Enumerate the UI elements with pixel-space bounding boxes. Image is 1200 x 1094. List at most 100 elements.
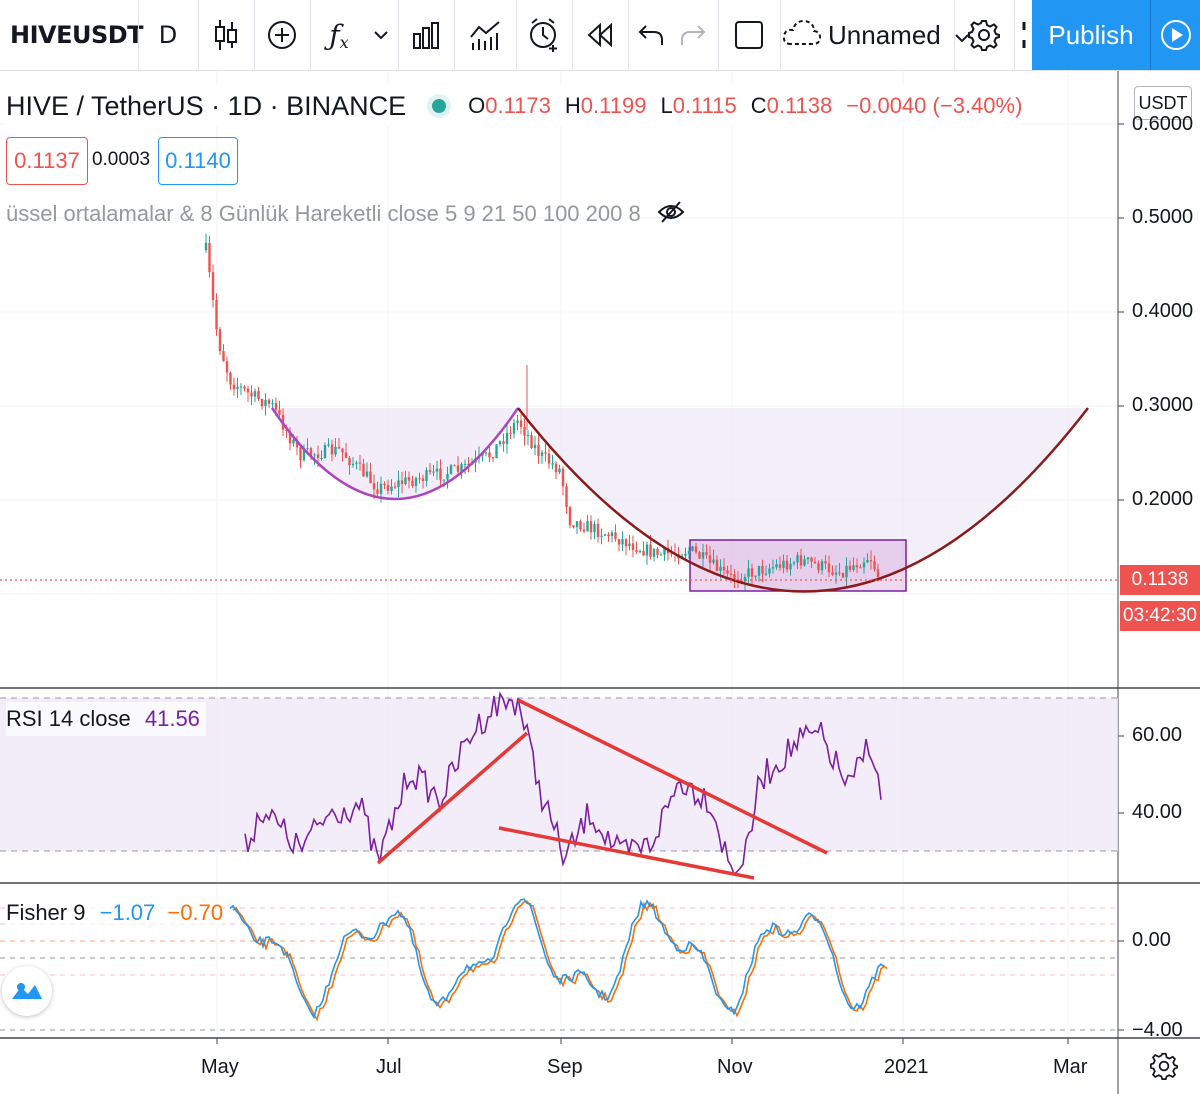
chevron-down-icon[interactable] (366, 0, 396, 70)
candle-body (421, 478, 425, 482)
bar-countdown-label: 03:42:30 (1120, 601, 1200, 631)
candle-body (719, 566, 722, 571)
replay-icon[interactable] (574, 0, 626, 70)
candle-body (764, 573, 768, 575)
candle-body (617, 539, 621, 545)
symbol-search-button[interactable]: HIVEUSDT (10, 0, 144, 70)
candle-body (498, 441, 502, 445)
fisher-trigger-line[interactable] (232, 900, 888, 1022)
candle-body (351, 463, 355, 466)
candles-icon[interactable] (200, 0, 252, 70)
candle-body (211, 272, 215, 301)
candle-body (393, 486, 397, 488)
candle-body (638, 551, 642, 553)
candle-body (523, 427, 526, 436)
publish-button[interactable]: Publish (1032, 0, 1150, 70)
drag-handle-icon[interactable] (1016, 0, 1032, 70)
candle-body (635, 550, 638, 553)
fisher-value: −1.07 (99, 900, 156, 925)
eye-hidden-icon[interactable] (657, 200, 685, 230)
candle-body (225, 361, 229, 373)
candle-body (306, 448, 309, 450)
candle-body (761, 566, 764, 574)
open-value: 0.1173 (485, 93, 551, 118)
candle-body (656, 548, 659, 555)
candle-body (215, 300, 218, 330)
candle-body (348, 457, 351, 466)
time-label: Nov (717, 1056, 753, 1078)
candle-body (705, 552, 708, 556)
candle-body (484, 452, 488, 454)
undo-icon[interactable] (630, 0, 672, 70)
fisher-levels (0, 907, 1118, 1031)
candle-body (838, 572, 841, 574)
alert-icon[interactable] (518, 0, 570, 70)
fisher-line[interactable] (229, 898, 885, 1020)
candle-body (400, 480, 404, 485)
study-title: üssel ortalamalar & 8 Günlük Hareketli c… (6, 200, 641, 226)
candle-body (320, 458, 323, 460)
candle-body (754, 575, 757, 577)
candle-body (687, 550, 691, 554)
close-value: 0.1138 (766, 93, 833, 118)
redo-icon[interactable] (672, 0, 714, 70)
fx-icon[interactable]: ƒx (312, 0, 366, 70)
candle-body (264, 399, 267, 407)
add-indicator-icon[interactable] (256, 0, 308, 70)
candle-body (530, 435, 533, 449)
chart-settings-gear-icon[interactable] (1150, 1052, 1178, 1080)
time-label: Jul (376, 1056, 402, 1078)
candle-body (397, 480, 400, 488)
tradingview-logo-icon[interactable] (2, 966, 52, 1016)
candle-body (509, 432, 512, 434)
time-axis-ticks (216, 1038, 1069, 1044)
time-label: Sep (547, 1056, 583, 1078)
publish-play-icon[interactable] (1151, 0, 1200, 70)
templates-icon[interactable] (456, 0, 514, 70)
candle-body (330, 444, 334, 455)
candle-body (621, 539, 624, 545)
candle-body (852, 565, 855, 570)
candle-body (729, 573, 733, 575)
candle-body (488, 452, 491, 458)
candle-body (631, 543, 635, 551)
candle-body (516, 420, 519, 423)
candle-body (439, 468, 442, 480)
candle-body (456, 465, 460, 472)
candle-body (603, 534, 607, 536)
candle-body (558, 468, 561, 473)
sell-price-button[interactable]: 0.1137 (6, 137, 88, 185)
time-label: Mar (1053, 1056, 1088, 1078)
settings-icon[interactable] (956, 0, 1012, 70)
interval-button[interactable]: D (140, 0, 196, 70)
fisher-legend[interactable]: Fisher 9 −1.07 −0.70 (6, 900, 224, 926)
layout-menu[interactable]: Unnamed (782, 0, 969, 70)
fullscreen-icon[interactable] (720, 0, 778, 70)
candle-body (845, 565, 848, 578)
candle-body (313, 454, 316, 456)
candle-body (257, 391, 260, 399)
price-tick: 0.2000 (1132, 488, 1194, 510)
candle-body (813, 561, 817, 564)
change-value: −0.0040 (−3.40%) (846, 93, 1023, 118)
candle-body (390, 486, 393, 492)
bars-compare-icon[interactable] (400, 0, 452, 70)
layout-name: Unnamed (828, 19, 941, 50)
candle-body (453, 465, 456, 467)
candle-body (383, 483, 386, 486)
candle-body (208, 243, 211, 273)
candle-body (834, 572, 838, 575)
symbol-legend[interactable]: HIVE / TetherUS · 1D · BINANCE O0.1173 H… (6, 86, 1023, 126)
candle-body (232, 384, 236, 389)
candle-body (463, 463, 467, 465)
candle-body (701, 552, 705, 559)
candle-body (495, 444, 498, 459)
candle-body (747, 568, 750, 577)
candle-body (253, 391, 257, 397)
buy-price-button[interactable]: 0.1140 (158, 137, 238, 185)
candle-body (855, 565, 859, 568)
study-legend[interactable]: üssel ortalamalar & 8 Günlük Hareketli c… (6, 200, 685, 230)
candle-body (614, 532, 617, 540)
rsi-legend[interactable]: RSI 14 close 41.56 (6, 702, 206, 736)
candle-body (586, 521, 589, 532)
